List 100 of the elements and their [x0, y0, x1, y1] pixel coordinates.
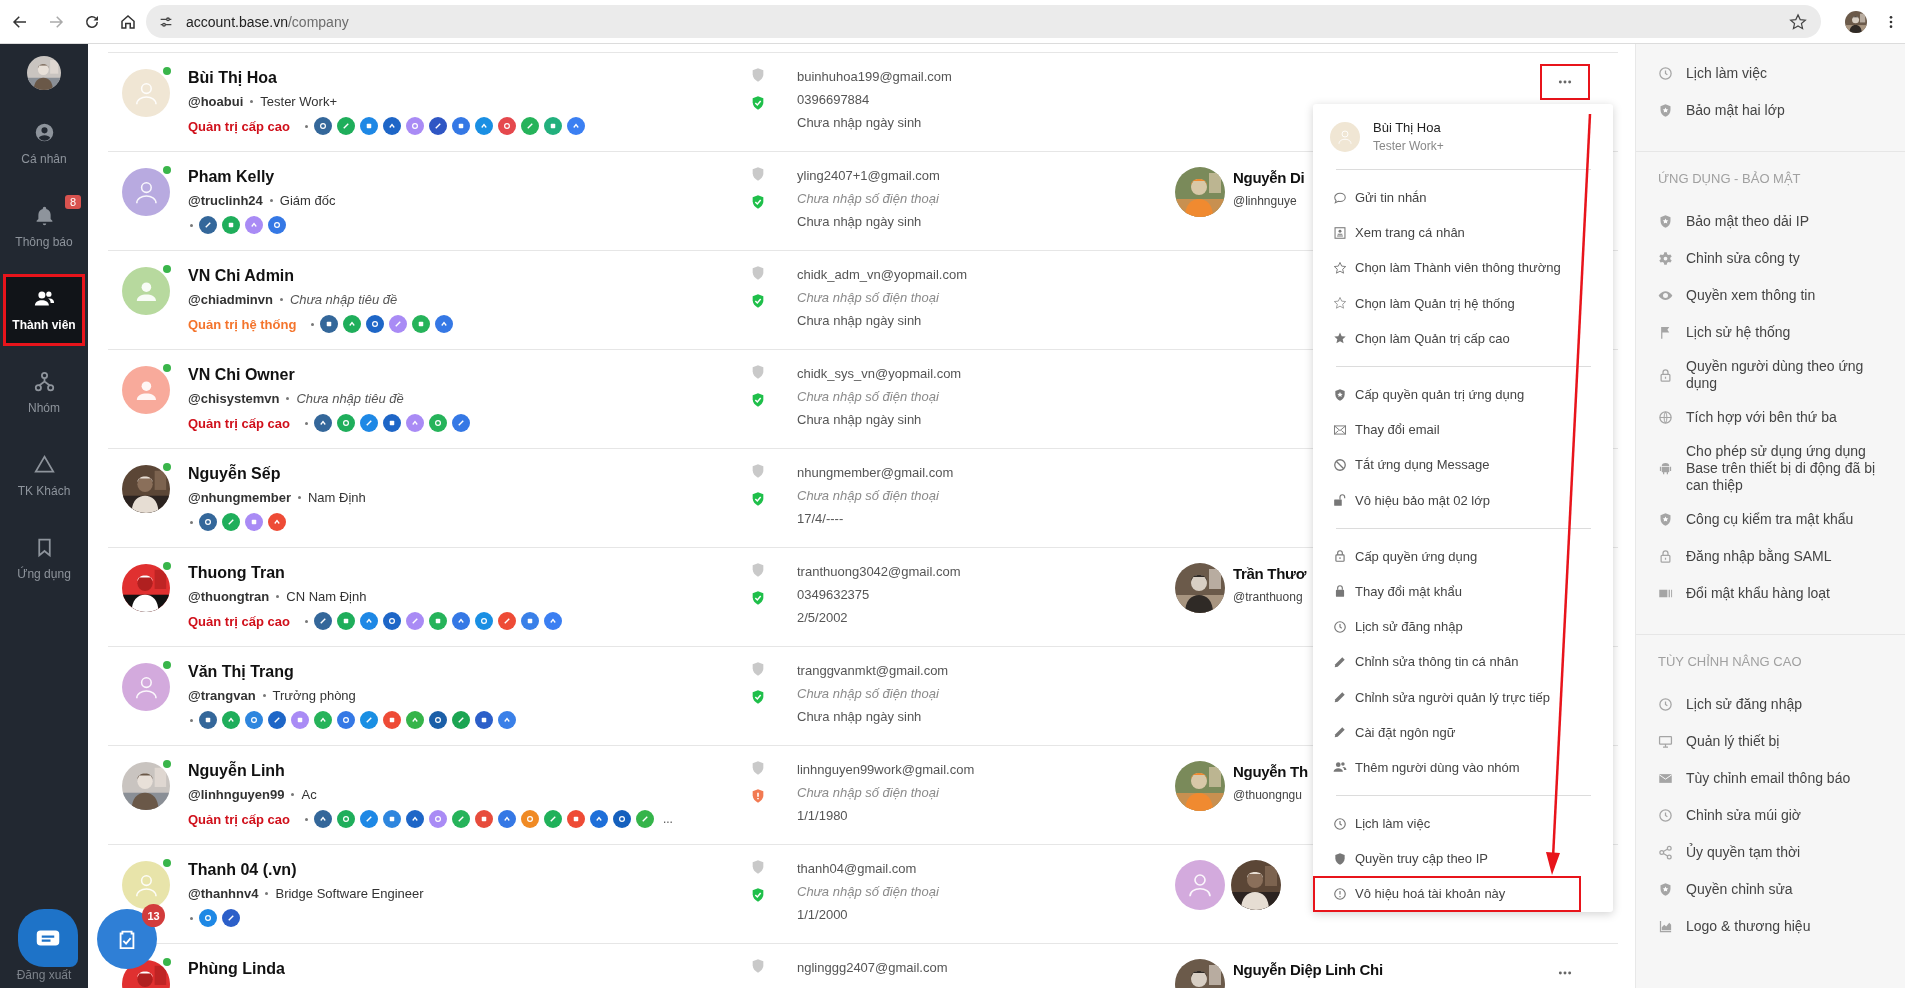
settings-link[interactable]: Quyền người dùng theo ứng dụng	[1636, 351, 1905, 399]
nav-item[interactable]: Cá nhân	[3, 108, 85, 180]
settings-link[interactable]: Quyền chỉnh sửa	[1636, 871, 1905, 908]
menu-item[interactable]: Chỉnh sửa thông tin cá nhân	[1313, 644, 1613, 680]
menu-item[interactable]: Gửi tin nhắn	[1313, 180, 1613, 216]
member-name[interactable]: Nguyễn Di	[1233, 167, 1305, 189]
app-icon[interactable]	[199, 513, 217, 531]
menu-item[interactable]: Vô hiệu bảo mật 02 lớp	[1313, 482, 1613, 518]
menu-item[interactable]: Quyền truy cập theo IP	[1313, 841, 1613, 877]
menu-item[interactable]: Lịch sử đăng nhập	[1313, 609, 1613, 645]
member-name[interactable]: Thanh 04 (.vn)	[188, 859, 754, 881]
bookmark-star-icon[interactable]	[1789, 12, 1807, 31]
menu-item[interactable]: Vô hiệu hoá tài khoản này	[1313, 876, 1581, 912]
app-icon[interactable]	[452, 711, 470, 729]
app-icon[interactable]	[405, 810, 424, 828]
app-icon[interactable]	[383, 711, 401, 729]
settings-link[interactable]: Tùy chỉnh email thông báo	[1636, 760, 1905, 797]
app-icon[interactable]	[389, 315, 408, 333]
app-icon[interactable]	[337, 711, 355, 729]
app-icon[interactable]	[497, 612, 516, 630]
menu-item[interactable]: Cài đặt ngôn ngữ	[1313, 714, 1613, 750]
app-icon[interactable]	[429, 711, 447, 729]
app-icon[interactable]	[245, 513, 263, 531]
app-icon[interactable]	[222, 909, 240, 927]
app-icon[interactable]	[382, 810, 401, 828]
menu-item[interactable]: Thêm người dùng vào nhóm	[1313, 749, 1613, 785]
app-icon[interactable]	[566, 810, 585, 828]
settings-link[interactable]: Lịch sử hệ thống	[1636, 314, 1905, 351]
member-name[interactable]: Nguyễn Sếp	[188, 463, 754, 485]
app-icon[interactable]	[320, 315, 339, 333]
member-name[interactable]: Thuong Tran	[188, 562, 754, 584]
app-icon[interactable]	[382, 414, 401, 432]
menu-item[interactable]: Cấp quyền ứng dụng	[1313, 538, 1613, 574]
app-icon[interactable]	[382, 612, 401, 630]
more-button[interactable]	[1540, 64, 1590, 100]
app-icon[interactable]	[543, 612, 562, 630]
menu-item[interactable]: Chọn làm Quản trị cấp cao	[1313, 320, 1613, 356]
app-icon[interactable]	[435, 315, 454, 333]
nav-item[interactable]: Ứng dụng	[3, 523, 85, 595]
settings-link[interactable]: Công cụ kiểm tra mật khẩu	[1636, 501, 1905, 538]
member-name[interactable]: Nguyễn Diệp Linh Chi	[1233, 959, 1383, 981]
settings-link[interactable]: Tích hợp với bên thứ ba	[1636, 399, 1905, 436]
logout-link[interactable]: Đăng xuất	[16, 968, 72, 982]
member-name[interactable]: VN Chi Admin	[188, 265, 754, 287]
settings-link[interactable]: Ủy quyền tạm thời	[1636, 834, 1905, 871]
menu-item[interactable]: Thay đổi email	[1313, 412, 1613, 448]
app-icon[interactable]	[336, 612, 355, 630]
app-icon[interactable]	[635, 810, 654, 828]
app-icon[interactable]	[336, 117, 355, 135]
app-icon[interactable]	[366, 315, 385, 333]
app-icon[interactable]	[405, 414, 424, 432]
app-icon[interactable]	[222, 216, 240, 234]
app-icon[interactable]	[313, 612, 332, 630]
app-icon[interactable]	[245, 711, 263, 729]
member-name[interactable]: Văn Thị Trang	[188, 661, 754, 683]
member-name[interactable]: Trần Thươ	[1233, 563, 1306, 585]
app-icon[interactable]	[268, 216, 286, 234]
app-icon[interactable]	[313, 117, 332, 135]
app-icon[interactable]	[359, 414, 378, 432]
settings-link[interactable]: Quyền xem thông tin	[1636, 277, 1905, 314]
address-bar[interactable]: account.base.vn/company	[146, 5, 1821, 38]
app-icon[interactable]	[268, 711, 286, 729]
settings-link[interactable]: Lịch làm việc	[1636, 55, 1905, 92]
app-icon[interactable]	[428, 810, 447, 828]
settings-link[interactable]: Quản lý thiết bị	[1636, 723, 1905, 760]
nav-item[interactable]: Thành viên	[3, 274, 85, 346]
app-icon[interactable]	[451, 612, 470, 630]
app-icon[interactable]	[313, 414, 332, 432]
app-icon[interactable]	[245, 216, 263, 234]
settings-link[interactable]: Bảo mật hai lớp	[1636, 92, 1905, 129]
member-name[interactable]: Bùi Thị Hoa	[188, 67, 754, 89]
menu-item[interactable]: Chỉnh sửa người quản lý trực tiếp	[1313, 679, 1613, 715]
app-icon[interactable]	[543, 117, 562, 135]
app-icon[interactable]	[497, 117, 516, 135]
app-icon[interactable]	[291, 711, 309, 729]
settings-link[interactable]: Chỉnh sửa công ty	[1636, 240, 1905, 277]
app-icon[interactable]	[359, 612, 378, 630]
member-name[interactable]: VN Chi Owner	[188, 364, 754, 386]
app-icon[interactable]	[343, 315, 362, 333]
app-icon[interactable]	[566, 117, 585, 135]
menu-item[interactable]: Xem trang cá nhân	[1313, 215, 1613, 251]
app-icon[interactable]	[543, 810, 562, 828]
app-icon[interactable]	[520, 117, 539, 135]
app-icon[interactable]	[520, 612, 539, 630]
app-icon[interactable]	[359, 117, 378, 135]
menu-item[interactable]: Thay đổi mật khẩu	[1313, 573, 1613, 610]
menu-item[interactable]: Cấp quyền quản trị ứng dụng	[1313, 376, 1613, 413]
more-apps-text[interactable]: ...	[662, 812, 673, 826]
app-icon[interactable]	[314, 711, 332, 729]
home-icon[interactable]	[119, 12, 137, 31]
settings-link[interactable]: Đăng nhập bằng SAML	[1636, 538, 1905, 575]
nav-item[interactable]: TK Khách	[3, 440, 85, 512]
settings-link[interactable]: Chỉnh sửa múi giờ	[1636, 797, 1905, 834]
app-icon[interactable]	[313, 810, 332, 828]
app-icon[interactable]	[359, 810, 378, 828]
app-icon[interactable]	[497, 810, 516, 828]
app-icon[interactable]	[222, 711, 240, 729]
settings-link[interactable]: Bảo mật theo dải IP	[1636, 203, 1905, 240]
app-icon[interactable]	[451, 117, 470, 135]
settings-link[interactable]: Lịch sử đăng nhập	[1636, 686, 1905, 723]
